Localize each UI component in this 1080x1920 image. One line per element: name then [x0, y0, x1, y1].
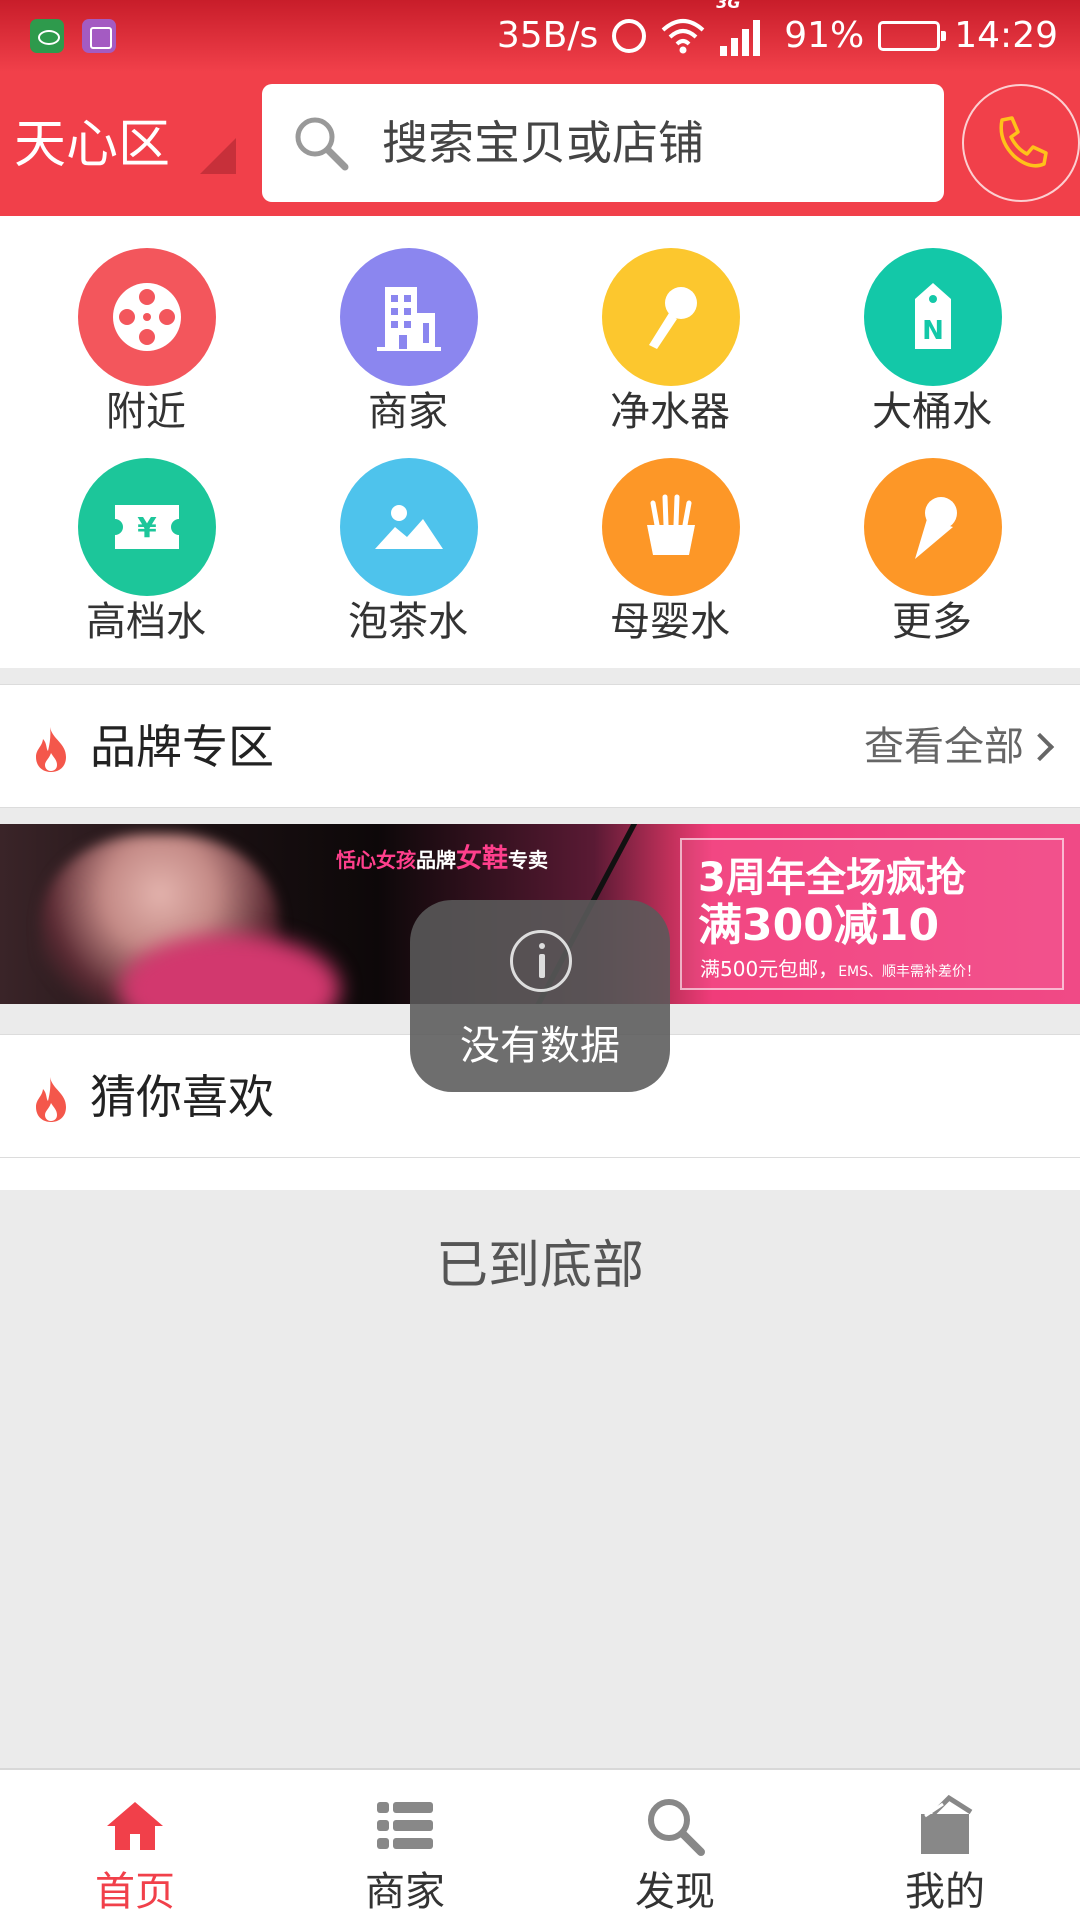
category-label: 更多: [892, 599, 972, 645]
tab-label: 发现: [635, 1869, 715, 1915]
tab-merchants[interactable]: 商家: [270, 1770, 540, 1920]
category-label: 母婴水: [610, 599, 730, 645]
microphone-icon: [649, 287, 697, 349]
tab-label: 首页: [95, 1869, 175, 1915]
no-data-toast: 没有数据: [410, 900, 670, 1092]
category-icon-bg: [78, 248, 216, 386]
image-app-notification-icon: [82, 19, 116, 53]
phone-icon: [999, 116, 1048, 168]
search-placeholder: 搜索宝贝或店铺: [382, 116, 704, 170]
promo-shipping: 满500元包邮，EMS、顺丰需补差价！: [700, 957, 980, 981]
tab-discover[interactable]: 发现: [540, 1770, 810, 1920]
call-button[interactable]: [962, 84, 1080, 202]
status-indicators: 35B/s 3G 91% 14:29: [496, 0, 1058, 60]
tag-icon: N: [915, 283, 951, 349]
category-baby-water[interactable]: 母婴水: [570, 426, 770, 645]
promo-discount: 满300减10: [698, 900, 940, 951]
category-icon-bg: [864, 458, 1002, 596]
battery-percent: 91%: [784, 15, 865, 56]
category-barrel-water[interactable]: N 大桶水: [832, 216, 1032, 435]
search-input[interactable]: 搜索宝贝或店铺: [262, 84, 944, 202]
category-water-purifier[interactable]: 净水器: [570, 216, 770, 435]
guess-list-empty: [0, 1158, 1080, 1190]
clock: 14:29: [954, 15, 1058, 56]
category-premium-water[interactable]: ¥ 高档水: [46, 426, 246, 645]
category-merchants[interactable]: 商家: [308, 216, 508, 435]
toast-message: 没有数据: [460, 1023, 620, 1069]
category-grid: 附近 商家 净水器 N 大桶水 ¥ 高档水 泡茶水 母婴水 更多: [0, 216, 1080, 668]
banner-promo-box: 3周年全场疯抢 满300减10 满500元包邮，EMS、顺丰需补差价！: [680, 838, 1064, 990]
region-selector[interactable]: 天心区: [14, 110, 170, 180]
category-icon-bg: [340, 248, 478, 386]
section-title: 猜你喜欢: [90, 1070, 274, 1124]
network-type: 3G: [716, 0, 741, 12]
svg-text:N: N: [922, 316, 944, 346]
tab-label: 商家: [365, 1869, 445, 1915]
app-header: 天心区 搜索宝贝或店铺: [0, 72, 1080, 216]
category-icon-bg: [602, 248, 740, 386]
tab-home[interactable]: 首页: [0, 1770, 270, 1920]
search-icon: [648, 1799, 705, 1856]
category-tea-water[interactable]: 泡茶水: [308, 426, 508, 645]
banner-slogan: 恬心女孩品牌女鞋专卖: [336, 844, 549, 874]
alarm-icon: [612, 19, 647, 53]
category-icon-bg: N: [864, 248, 1002, 386]
category-label: 泡茶水: [348, 599, 468, 645]
section-title: 品牌专区: [90, 720, 274, 774]
battery-icon: [878, 21, 947, 51]
category-icon-bg: [340, 458, 478, 596]
view-all-link[interactable]: 查看全部: [864, 719, 1024, 775]
category-icon-bg: [602, 458, 740, 596]
search-icon: [295, 117, 349, 171]
category-nearby[interactable]: 附近: [46, 216, 246, 435]
brand-section-header: 品牌专区 查看全部: [0, 684, 1080, 808]
picture-icon: [375, 505, 443, 549]
flame-icon: [36, 727, 66, 772]
net-speed: 35B/s: [496, 15, 599, 56]
film-reel-icon: [113, 283, 181, 351]
eye-app-notification-icon: [30, 19, 64, 53]
category-icon-bg: ¥: [78, 458, 216, 596]
tab-profile[interactable]: 我的: [810, 1770, 1080, 1920]
chevron-right-icon[interactable]: [1025, 732, 1055, 762]
info-icon: [510, 930, 572, 992]
cell-signal-icon: 3G: [716, 0, 770, 56]
flame-icon: [36, 1077, 66, 1122]
ice-cream-icon: [915, 497, 957, 559]
promo-headline: 3周年全场疯抢: [698, 855, 966, 901]
category-label: 高档水: [86, 599, 206, 645]
region-dropdown-icon[interactable]: [200, 138, 236, 174]
home-icon: [107, 1802, 163, 1850]
svg-text:¥: ¥: [137, 511, 157, 544]
category-more[interactable]: 更多: [832, 426, 1032, 645]
yen-ticket-icon: ¥: [115, 505, 179, 549]
end-of-list-text: 已到底部: [435, 1236, 644, 1296]
wifi-icon: [661, 19, 705, 54]
list-icon: [377, 1802, 433, 1849]
tab-label: 我的: [905, 1869, 985, 1915]
status-bar: 35B/s 3G 91% 14:29: [0, 0, 1080, 72]
fries-icon: [647, 494, 695, 555]
building-icon: [377, 287, 441, 351]
bag-icon: [921, 1794, 973, 1854]
bottom-tab-bar: 首页 商家 发现 我的: [0, 1768, 1080, 1920]
